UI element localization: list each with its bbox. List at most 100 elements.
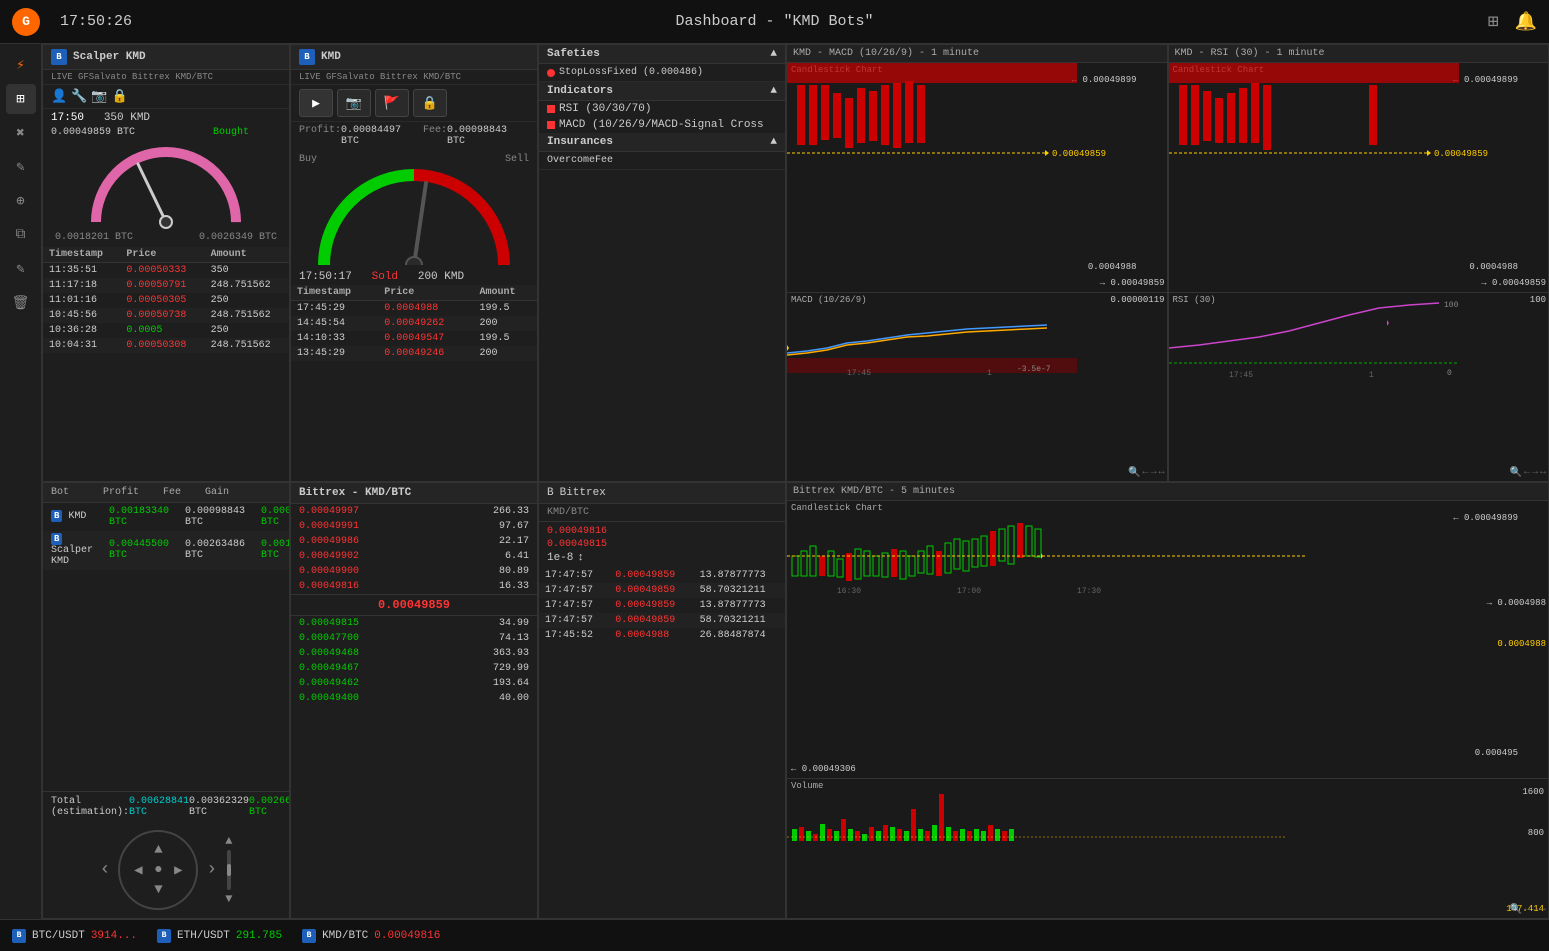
sidebar-icon-add[interactable]: ⊕ xyxy=(6,186,36,216)
orderbook-header: Bittrex - KMD/BTC xyxy=(291,483,537,504)
statusbar-items: B BTC/USDT 3914... B ETH/USDT 291.785 B … xyxy=(12,929,440,943)
rsi-indicator-svg: 100 0 17:45 1 xyxy=(1169,293,1549,481)
sidebar-icon-bolt[interactable]: ⚡ xyxy=(6,50,36,80)
macd-zoom-controls: 🔍 ← → ↔ xyxy=(1128,467,1165,479)
orderbook-panel: Bittrex - KMD/BTC 0.00049997266.330.0004… xyxy=(290,482,538,920)
main-layout: ⚡ ⊞ ✖ ✎ ⊕ ⧉ ✎ 🗑 B Scalper KMD LIVE GFSal… xyxy=(0,44,1549,919)
rsi-left-icon[interactable]: ← xyxy=(1524,467,1530,479)
macd-color xyxy=(547,121,555,129)
bittrex-candle-area: Candlestick Chart ← 0.00049899 0.000495 … xyxy=(787,501,1548,780)
charts-area: KMD - MACD (10/26/9) - 1 minute Candlest… xyxy=(786,44,1549,919)
notification-icon[interactable]: 🔔 xyxy=(1515,11,1537,33)
rsi-chart-area: Candlestick Chart ← 0.00049899 0.0004988… xyxy=(1169,63,1549,481)
scalper-lock-icon[interactable]: 🔒 xyxy=(112,89,128,104)
rsi-chart-title: KMD - RSI (30) - 1 minute xyxy=(1169,45,1549,63)
macd-indicator-svg: -3.5e-7 17:45 1 xyxy=(787,293,1167,481)
sidebar-icon-copy[interactable]: ⧉ xyxy=(6,220,36,250)
list-item: 0.0004940040.00 xyxy=(291,691,537,706)
indicators-collapse-icon: ▲ xyxy=(770,85,777,97)
table-row: B Scalper KMD 0.00445500 BTC 0.00263486 … xyxy=(43,531,290,570)
bittrex-left-icon[interactable]: ← xyxy=(1524,904,1530,916)
kmd-action-lock[interactable]: 🔒 xyxy=(413,89,447,117)
statusbar: B BTC/USDT 3914... B ETH/USDT 291.785 B … xyxy=(0,919,1549,951)
col-amount: Amount xyxy=(205,247,289,263)
safeties-header[interactable]: Safeties ▲ xyxy=(539,45,785,64)
indicators-header[interactable]: Indicators ▲ xyxy=(539,82,785,101)
kmd-actions: ▶ 📷 🚩 🔒 xyxy=(291,85,537,122)
list-item: 17:47:570.0004985958.70321211 xyxy=(539,583,785,598)
sidebar-icon-edit[interactable]: ✎ xyxy=(6,152,36,182)
rsi-indicator-area: RSI (30) 100 100 0 xyxy=(1169,293,1549,481)
clock: 17:50:26 xyxy=(60,13,132,30)
nav-circle-area: ‹ ▲ ◀ ● ▶ ▼ xyxy=(43,822,289,918)
svg-text:1: 1 xyxy=(1369,371,1374,380)
zoom-thumb[interactable] xyxy=(227,864,231,876)
nav-up-arrow[interactable]: ▲ xyxy=(148,840,168,860)
summary-header: Bot Profit Fee Gain xyxy=(43,483,289,503)
zoom-down-btn[interactable]: ▼ xyxy=(225,892,232,906)
insurances-header[interactable]: Insurances ▲ xyxy=(539,133,785,152)
list-item: 0.00049462193.64 xyxy=(291,676,537,691)
kmd-action-play[interactable]: ▶ xyxy=(299,89,333,117)
rsi-right-icon[interactable]: → xyxy=(1532,467,1538,479)
list-item: 0.000499026.41 xyxy=(291,549,537,564)
current-price: 0.00049859 xyxy=(291,594,537,616)
macd-right-icon[interactable]: → xyxy=(1150,467,1156,479)
summary-spacer xyxy=(43,570,289,792)
scale-icon[interactable]: ↕ xyxy=(577,552,584,564)
orderbook-asks-table: 0.00049997266.330.0004999197.670.0004998… xyxy=(291,504,537,594)
scalper-icons-row: 👤 🔧 📷 🔒 xyxy=(43,85,289,109)
exchange-trades-list: 17:47:570.0004985913.8787777317:47:570.0… xyxy=(539,568,785,919)
scalper-camera-icon[interactable]: 📷 xyxy=(91,89,107,104)
nav-right-btn[interactable]: ▶ xyxy=(168,860,188,880)
rsi-expand-icon[interactable]: ↔ xyxy=(1540,467,1546,479)
price-input-1: 0.00049816 xyxy=(547,526,777,537)
scalper-user-icon[interactable]: 👤 xyxy=(51,89,67,104)
scalper-subtitle: LIVE GFSalvato Bittrex KMD/BTC xyxy=(43,70,289,85)
bittrex-expand-icon[interactable]: ↔ xyxy=(1540,904,1546,916)
kmd-panel: B KMD LIVE GFSalvato Bittrex KMD/BTC ▶ 📷… xyxy=(290,44,538,482)
sidebar-icon-trash[interactable]: 🗑 xyxy=(6,288,36,318)
scalper-price-row: 0.00049859 BTC Bought xyxy=(43,127,289,138)
nav-right-arrow[interactable]: › xyxy=(206,860,217,880)
kmd-action-flag[interactable]: 🚩 xyxy=(375,89,409,117)
scalper-wrench-icon[interactable]: 🔧 xyxy=(71,89,87,104)
safeties-panel: Safeties ▲ StopLossFixed (0.000486) Indi… xyxy=(538,44,786,482)
list-item: 0.0004981534.99 xyxy=(291,616,537,631)
layout-icon[interactable]: ⊞ xyxy=(1488,11,1499,33)
orderbook-bids-table: 0.0004981534.990.0004770074.130.00049468… xyxy=(291,616,537,706)
bittrex-right-icon[interactable]: → xyxy=(1532,904,1538,916)
kmd-action-camera[interactable]: 📷 xyxy=(337,89,371,117)
macd-zoom-icon[interactable]: 🔍 xyxy=(1128,467,1140,479)
svg-text:17:45: 17:45 xyxy=(1229,371,1253,380)
list-item: 0.00049997266.33 xyxy=(291,504,537,519)
sidebar-icon-pen[interactable]: ✎ xyxy=(6,254,36,284)
table-row: 14:10:330.00049547199.5 xyxy=(291,331,537,346)
nav-down-arrow[interactable]: ▼ xyxy=(148,880,168,900)
list-item: 17:45:520.000498826.88487874 xyxy=(539,628,785,643)
rsi-zoom-icon[interactable]: 🔍 xyxy=(1510,467,1522,479)
exchange-header: B Bittrex xyxy=(539,483,785,504)
nav-center-dot[interactable]: ● xyxy=(148,860,168,880)
orderbook-scroll[interactable]: 0.00049997266.330.0004999197.670.0004998… xyxy=(291,504,537,919)
list-item: 0.00049468363.93 xyxy=(291,646,537,661)
svg-text:17:00: 17:00 xyxy=(957,587,981,596)
table-row: 10:45:560.00050738248.751562 xyxy=(43,308,289,323)
kmd-title: KMD xyxy=(321,51,341,63)
macd-expand-icon[interactable]: ↔ xyxy=(1158,467,1164,479)
table-row: 10:36:280.0005250 xyxy=(43,323,289,338)
nav-empty-tl xyxy=(128,840,148,860)
list-item: 0.0004998622.17 xyxy=(291,534,537,549)
zoom-up-btn[interactable]: ▲ xyxy=(225,834,232,848)
nav-left-btn[interactable]: ◀ xyxy=(128,860,148,880)
exchange-bot-icon: B xyxy=(547,487,554,499)
scalper-gauge-svg xyxy=(86,142,246,232)
sidebar-icon-close[interactable]: ✖ xyxy=(6,118,36,148)
kmd-profit-fee: Profit: 0.00084497 BTC Fee: 0.00098843 B… xyxy=(291,122,537,150)
nav-left-arrow[interactable]: ‹ xyxy=(100,860,111,880)
bittrex-zoom-icon[interactable]: 🔍 xyxy=(1510,904,1522,916)
stoploss-item: StopLossFixed (0.000486) xyxy=(539,64,785,82)
stoploss-indicator xyxy=(547,69,555,77)
sidebar-icon-grid[interactable]: ⊞ xyxy=(6,84,36,114)
macd-left-icon[interactable]: ← xyxy=(1142,467,1148,479)
